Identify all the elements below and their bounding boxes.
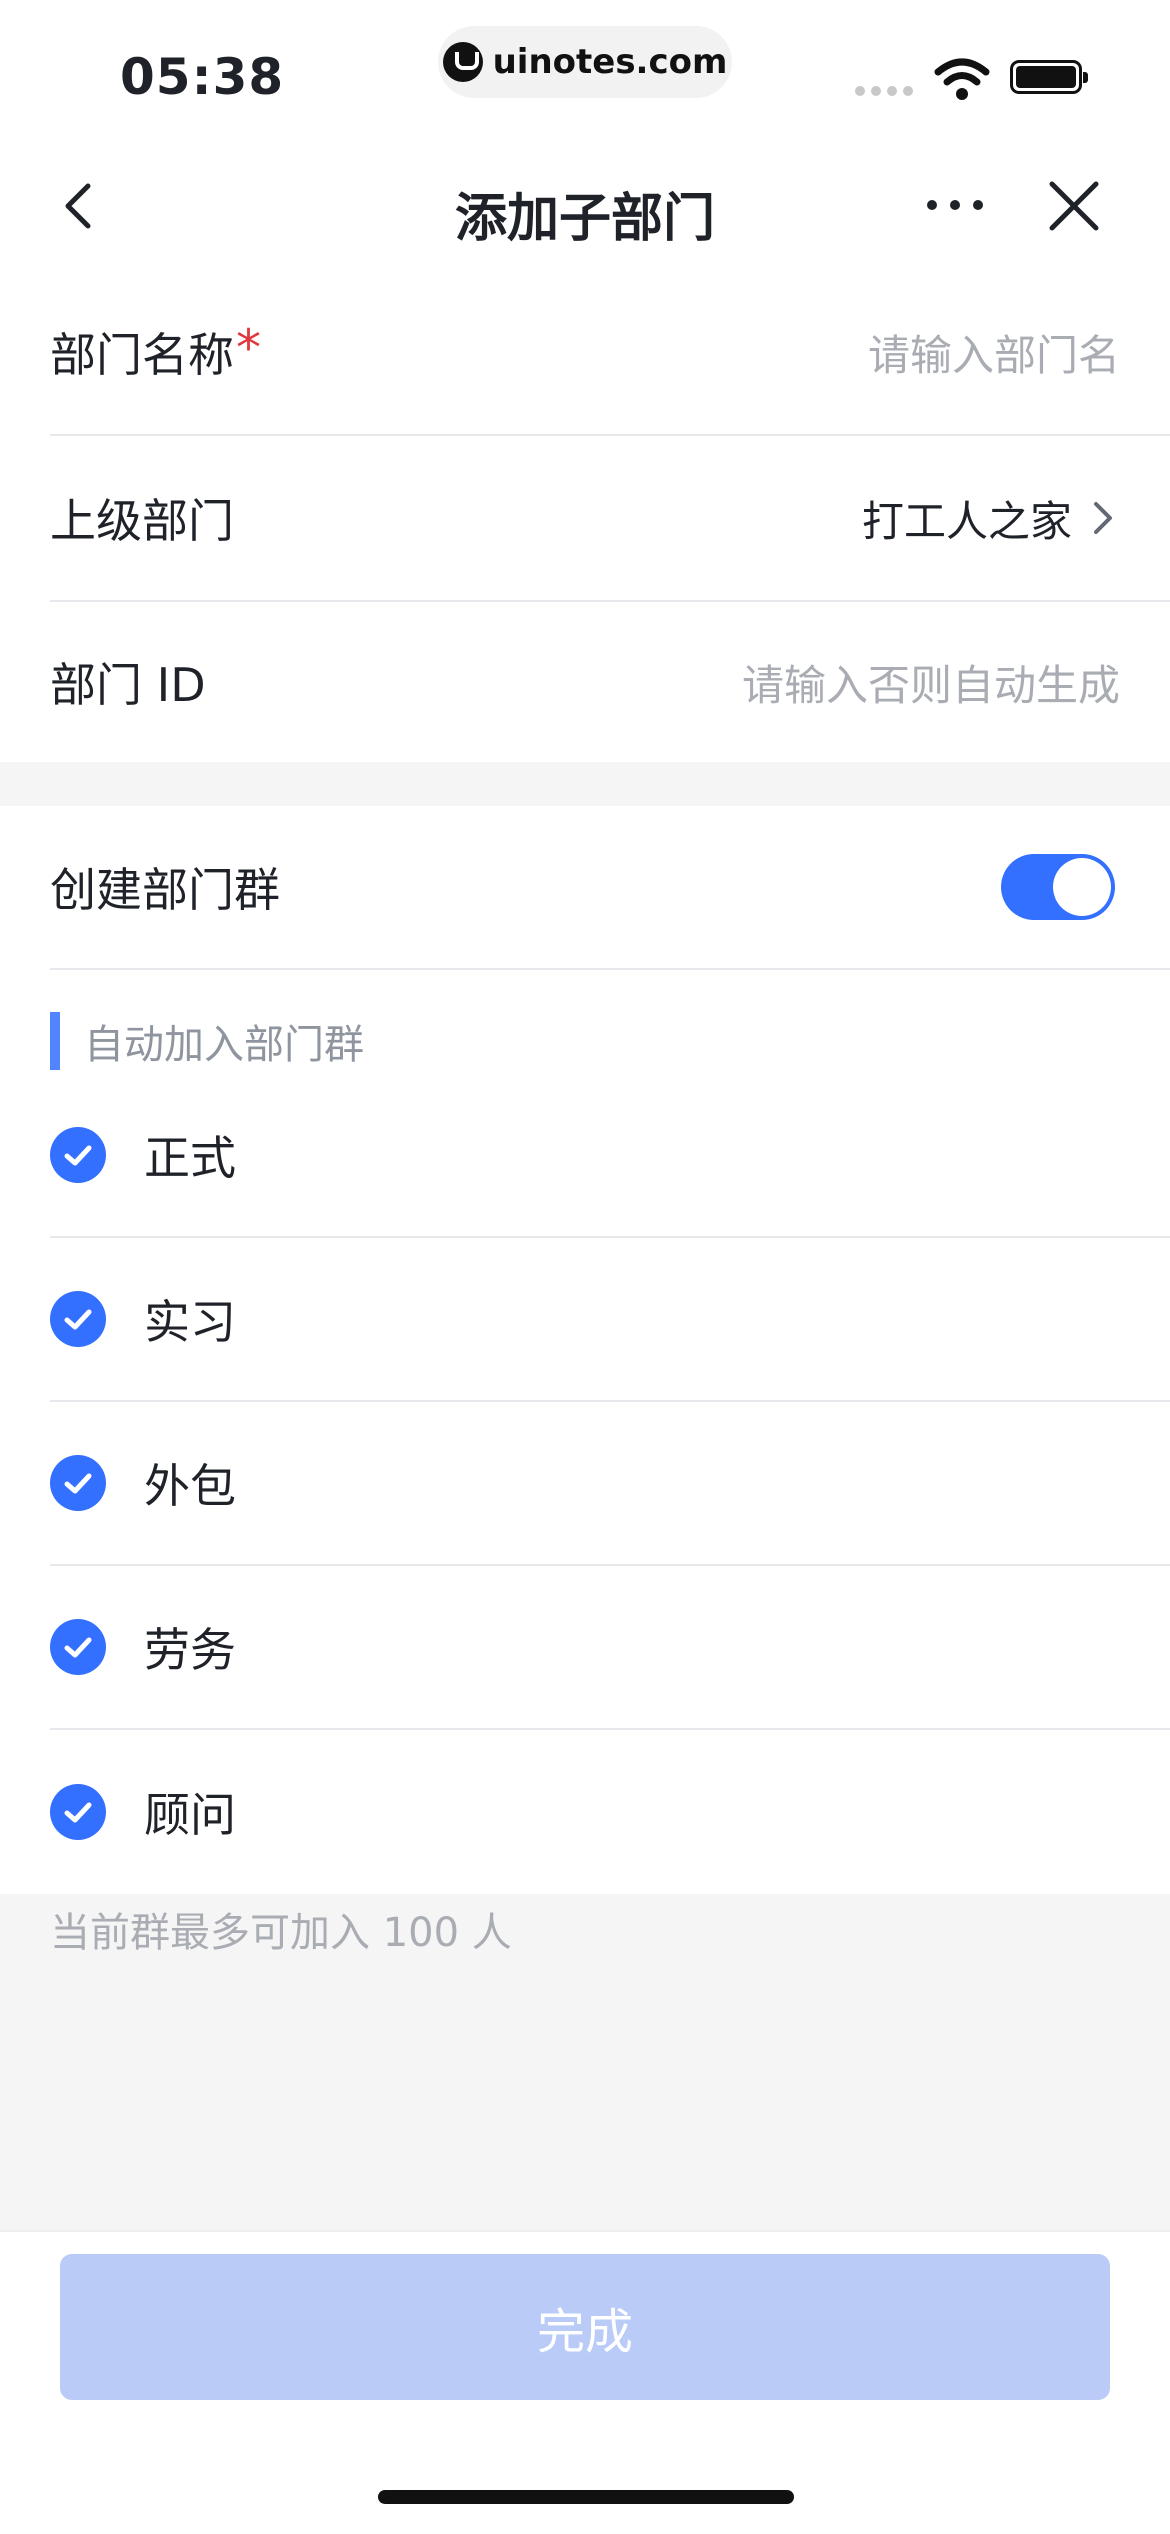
- option-label: 劳务: [144, 1623, 236, 1677]
- page-title: 添加子部门: [454, 189, 715, 249]
- option-row[interactable]: 实习: [50, 1238, 1170, 1402]
- parent-dept-value: 打工人之家: [861, 496, 1072, 546]
- dept-name-row[interactable]: 部门名称 * 请输入部门名: [50, 270, 1170, 436]
- option-row[interactable]: 正式: [50, 1074, 1170, 1238]
- home-indicator[interactable]: [378, 2490, 794, 2504]
- required-mark: *: [236, 319, 261, 377]
- option-label: 外包: [144, 1459, 236, 1513]
- checked-circle-icon[interactable]: [50, 1455, 106, 1511]
- parent-dept-row[interactable]: 上级部门 打工人之家: [50, 436, 1170, 602]
- option-row[interactable]: 外包: [50, 1402, 1170, 1566]
- create-group-toggle[interactable]: [1001, 854, 1115, 920]
- dept-id-placeholder: 请输入否则自动生成: [741, 660, 1120, 710]
- battery-icon: [1010, 60, 1088, 94]
- create-group-row: 创建部门群: [50, 806, 1170, 970]
- option-label: 实习: [144, 1295, 236, 1349]
- checked-circle-icon[interactable]: [50, 1291, 106, 1347]
- create-group-label: 创建部门群: [50, 863, 280, 917]
- site-logo-icon: [442, 42, 483, 82]
- checked-circle-icon[interactable]: [50, 1127, 106, 1183]
- checked-circle-icon[interactable]: [50, 1784, 106, 1840]
- chevron-right-icon: [1094, 502, 1112, 534]
- parent-dept-label: 上级部门: [50, 494, 234, 548]
- more-icon[interactable]: [920, 180, 990, 230]
- done-button[interactable]: 完成: [60, 2254, 1110, 2400]
- toggle-knob: [1053, 858, 1111, 916]
- wifi-icon: [934, 58, 990, 100]
- dept-id-row[interactable]: 部门 ID 请输入否则自动生成: [50, 602, 1170, 762]
- dept-name-label: 部门名称: [50, 328, 234, 382]
- option-row[interactable]: 顾问: [50, 1730, 1170, 1894]
- section-accent-bar: [50, 1012, 60, 1070]
- status-bar: 05:38 uinotes.com: [0, 0, 1170, 130]
- option-label: 正式: [144, 1131, 236, 1185]
- dept-name-input[interactable]: 请输入部门名: [868, 322, 1120, 383]
- auto-join-section-header: 自动加入部门群: [50, 1012, 364, 1070]
- option-row[interactable]: 劳务: [50, 1566, 1170, 1730]
- status-time: 05:38: [120, 48, 285, 106]
- group-limit-hint: 当前群最多可加入 100 人: [50, 1910, 512, 1956]
- dept-id-label: 部门 ID: [50, 658, 206, 712]
- option-label: 顾问: [144, 1788, 236, 1842]
- url-text: uinotes.com: [492, 42, 728, 82]
- auto-join-section-title: 自动加入部门群: [84, 1022, 364, 1068]
- nav-bar: 添加子部门: [0, 140, 1170, 270]
- cellular-signal-icon: [855, 86, 913, 96]
- section-divider: [0, 762, 1170, 806]
- close-icon[interactable]: [1046, 178, 1102, 234]
- dept-id-input[interactable]: 请输入否则自动生成: [742, 652, 1120, 713]
- dept-name-placeholder: 请输入部门名: [867, 330, 1120, 380]
- url-pill[interactable]: uinotes.com: [438, 26, 732, 98]
- checked-circle-icon[interactable]: [50, 1619, 106, 1675]
